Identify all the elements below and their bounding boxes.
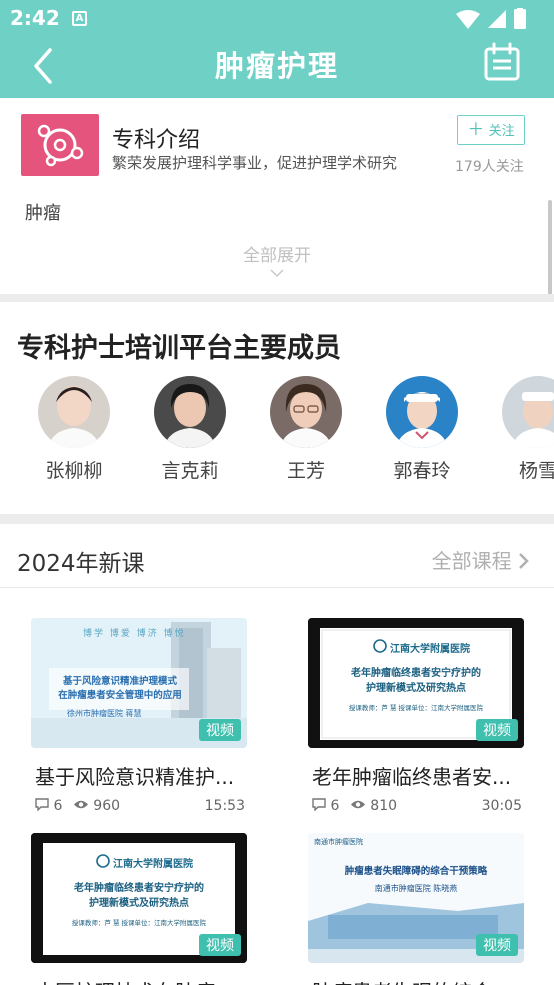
nav-bar: 肿瘤护理 [0,38,554,98]
course-card[interactable]: 南通市肿瘤医院 肿瘤患者失眠障碍的综合干预策略 南通市肿瘤医院 陈晓燕 视频 肿… [308,833,528,985]
avatar [38,376,110,448]
member-name: 杨雪 [518,460,554,482]
duration: 15:53 [204,798,245,814]
comment-count: 6 [53,798,63,814]
thumb-text: 授课教师：芦 慧 授课单位：江南大学附属医院 [348,704,484,712]
thumb-text: 肿瘤患者失眠障碍的综合干预策略 [344,866,488,877]
thumb-text: 江南大学附属医院 [113,859,193,870]
member-item[interactable]: 郭春玲 [367,376,477,483]
follow-button[interactable]: ＋ 关注 [457,115,525,145]
signal-battery-icons [456,8,526,29]
course-title: 老年肿瘤临终患者安... [312,765,512,789]
course-card[interactable]: 博学 博爱 博济 博悦 基于风险意识精准护理模式 在肿瘤患者安全管理中的应用 徐… [31,618,251,818]
eye-icon [73,800,88,809]
course-title: 基于风险意识精准护... [35,765,235,789]
avatar [502,376,554,448]
thumb-text: 南通市肿瘤医院 [314,838,363,846]
follow-count: 179人关注 [455,159,524,175]
thumb-text: 护理新模式及研究热点 [366,683,466,694]
avatar [154,376,226,448]
course-card[interactable]: 江南大学附属医院 老年肿瘤临终患者安宁疗护的 护理新模式及研究热点 授课教师：芦… [308,618,528,818]
page-title: 肿瘤护理 [214,49,339,83]
thumb-text: 基于风险意识精准护理模式 [62,676,177,687]
status-bar: 2:42 A [0,0,554,38]
calendar-icon[interactable] [482,42,522,82]
member-name: 王芳 [286,460,325,482]
thumb-text: 老年肿瘤临终患者安宁疗护的 [351,668,481,679]
section-title: 2024年新课 [17,551,145,577]
member-item[interactable]: 杨雪 [483,376,554,483]
member-name: 言克莉 [161,460,219,482]
course-meta: 6 810 30:05 [312,798,522,814]
cell-signal-icon [488,10,506,28]
course-thumbnail: 南通市肿瘤医院 肿瘤患者失眠障碍的综合干预策略 南通市肿瘤医院 陈晓燕 视频 [308,833,524,963]
thumb-text: 博学 博爱 博济 博悦 [83,629,186,639]
avatar [386,376,458,448]
member-item[interactable]: 张柳柳 [19,376,129,483]
video-badge: 视频 [199,934,241,956]
member-name: 张柳柳 [45,460,103,482]
status-time: 2:42 [10,6,60,30]
thumb-text: 南通市肿瘤医院 陈晓燕 [374,884,458,893]
section-divider [0,514,554,524]
thumb-text: 授课教师：芦 慧 授课单位：江南大学附属医院 [71,919,207,927]
course-title: 中医护理技术在肿瘤... [35,976,249,985]
thumb-text: 徐州市肿瘤医院 蒋慧 [67,709,142,718]
battery-icon [514,9,526,29]
course-thumbnail: 博学 博爱 博济 博悦 基于风险意识精准护理模式 在肿瘤患者安全管理中的应用 徐… [31,618,247,748]
members-section: 专科护士培训平台主要成员 张柳柳 言克莉 王芳 郭春玲 杨雪 [0,302,554,514]
thumb-text: 老年肿瘤临终患者安宁疗护的 [74,883,204,894]
course-meta: 6 960 15:53 [35,798,245,814]
eye-icon [350,800,365,809]
section-divider [0,294,554,302]
all-courses-label: 全部课程 [431,549,512,573]
chevron-right-icon [519,553,529,569]
new-courses-header: 2024年新课 全部课程 [0,524,554,588]
avatar [270,376,342,448]
member-name: 郭春玲 [393,460,451,482]
duration: 30:05 [481,798,522,814]
specialty-logo [21,114,99,176]
video-badge: 视频 [199,719,241,741]
course-title: 肿瘤患者失眠的综合... [312,976,526,985]
intro-title: 专科介绍 [112,128,201,153]
view-count: 960 [93,798,121,814]
notification-a-icon: A [72,11,87,26]
member-item[interactable]: 王芳 [251,376,361,483]
wifi-icon [456,10,480,29]
comment-icon [312,798,326,812]
follow-label: 关注 [488,124,515,139]
chevron-down-icon [270,269,284,278]
comment-icon [35,798,49,812]
all-courses-link[interactable]: 全部课程 [432,545,530,574]
plus-icon: ＋ [467,120,485,140]
comment-count: 6 [330,798,340,814]
course-thumbnail: 江南大学附属医院 老年肿瘤临终患者安宁疗护的 护理新模式及研究热点 授课教师：芦… [308,618,524,748]
course-thumbnail: 江南大学附属医院 老年肿瘤临终患者安宁疗护的 护理新模式及研究热点 授课教师：芦… [31,833,247,963]
course-card[interactable]: 江南大学附属医院 老年肿瘤临终患者安宁疗护的 护理新模式及研究热点 授课教师：芦… [31,833,251,985]
intro-subtitle: 繁荣发展护理科学事业，促进护理学术研究 [112,154,398,172]
video-badge: 视频 [476,719,518,741]
view-count: 810 [370,798,398,814]
video-badge: 视频 [476,934,518,956]
member-item[interactable]: 言克莉 [135,376,245,483]
expand-all-button[interactable]: 全部展开 [0,241,554,278]
specialty-intro: 专科介绍 繁荣发展护理科学事业，促进护理学术研究 ＋ 关注 179人关注 肿瘤 … [0,98,554,360]
expand-label: 全部展开 [243,246,311,266]
thumb-text: 护理新模式及研究热点 [89,898,189,909]
molecule-icon [37,124,84,167]
thumb-text: 江南大学附属医院 [390,644,470,655]
thumb-text: 在肿瘤患者安全管理中的应用 [58,690,182,701]
members-title: 专科护士培训平台主要成员 [17,333,341,364]
specialty-tag: 肿瘤 [25,203,61,224]
